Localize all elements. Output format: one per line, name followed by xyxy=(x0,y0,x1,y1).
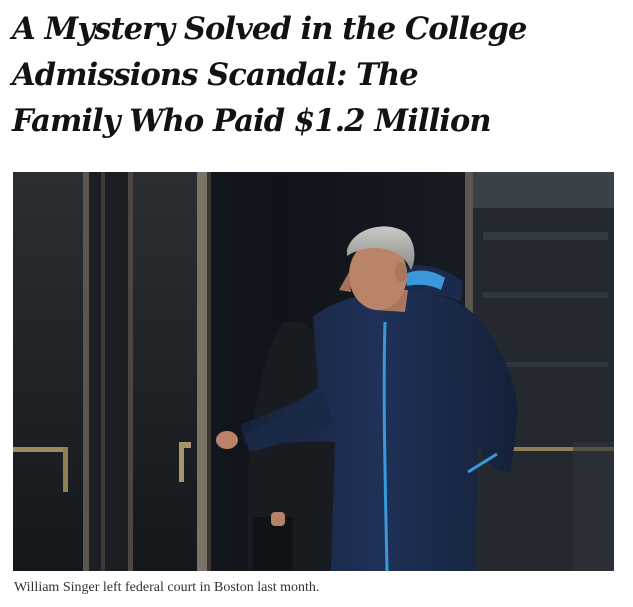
door-frame-bar xyxy=(197,172,207,571)
headline-line-2: Admissions Scandal: The xyxy=(12,57,419,93)
photo-illustration xyxy=(13,172,614,571)
headline-line-3: Family Who Paid $1.2 Million xyxy=(12,103,492,139)
photo-caption: William Singer left federal court in Bos… xyxy=(14,580,320,595)
door-handle xyxy=(13,447,68,452)
hand xyxy=(216,431,238,449)
headline-line-1: A Mystery Solved in the College xyxy=(12,11,527,47)
article-photo xyxy=(13,172,614,571)
article-headline: A Mystery Solved in the College Admissio… xyxy=(12,6,622,144)
door-frame-bar xyxy=(83,172,89,571)
glass-panel-left xyxy=(13,172,83,571)
